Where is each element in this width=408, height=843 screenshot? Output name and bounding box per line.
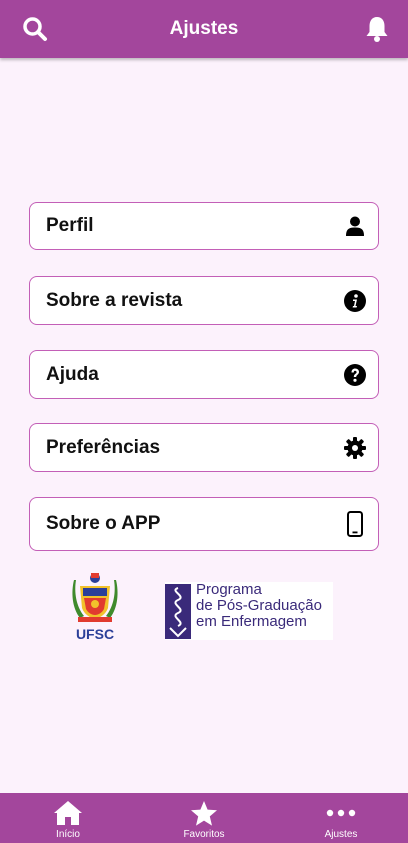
menu-item-ajuda[interactable]: Ajuda (29, 350, 379, 399)
ppg-enfermagem-logo: Programa de Pós-Graduação em Enfermagem (165, 582, 333, 640)
mobile-phone-icon (344, 511, 366, 537)
more-dots-icon (326, 799, 356, 827)
search-button[interactable] (6, 0, 64, 58)
ppg-line-2: de Pós-Graduação (196, 597, 322, 614)
ufsc-text: UFSC (75, 626, 115, 642)
menu-item-label: Ajuda (46, 363, 99, 385)
notifications-button[interactable] (348, 0, 406, 58)
bell-icon (366, 17, 388, 42)
menu-item-perfil[interactable]: Perfil (29, 202, 379, 250)
user-icon (344, 215, 366, 237)
ppg-text: Programa de Pós-Graduação em Enfermagem (196, 582, 322, 630)
ppg-line-1: Programa (196, 581, 262, 598)
menu-item-label: Sobre o APP (46, 513, 161, 534)
menu-item-label: Sobre a revista (46, 289, 183, 311)
home-icon (53, 799, 83, 827)
search-icon (23, 17, 47, 41)
ppg-line-3: em Enfermagem (196, 613, 307, 630)
page-title: Ajustes (169, 18, 239, 39)
tab-ajustes[interactable]: Ajustes (296, 793, 386, 843)
institution-logos: UFSC Programa de Pós-Graduação em Enferm… (0, 570, 408, 645)
tab-favoritos[interactable]: Favoritos (159, 793, 249, 843)
tab-label: Ajustes (324, 829, 358, 840)
tab-inicio[interactable]: Início (23, 793, 113, 843)
gear-icon (344, 436, 366, 459)
menu-item-sobre-o-app[interactable]: Sobre o APP (29, 497, 379, 551)
menu-item-sobre-a-revista[interactable]: Sobre a revista (29, 276, 379, 325)
info-circle-icon (344, 289, 366, 312)
ufsc-crest-icon (72, 573, 118, 622)
ufsc-logo: UFSC (70, 572, 120, 642)
menu-item-preferencias[interactable]: Preferências (29, 423, 379, 472)
bottom-navigation: Início Favoritos Ajustes (0, 793, 408, 843)
top-app-bar: Ajustes (0, 0, 408, 58)
menu-item-label: Perfil (46, 215, 94, 236)
tab-label: Favoritos (183, 829, 225, 840)
tab-label: Início (56, 829, 80, 840)
ppg-mark-icon (165, 584, 191, 639)
star-icon (190, 799, 218, 827)
question-circle-icon (344, 363, 366, 386)
menu-item-label: Preferências (46, 436, 161, 458)
